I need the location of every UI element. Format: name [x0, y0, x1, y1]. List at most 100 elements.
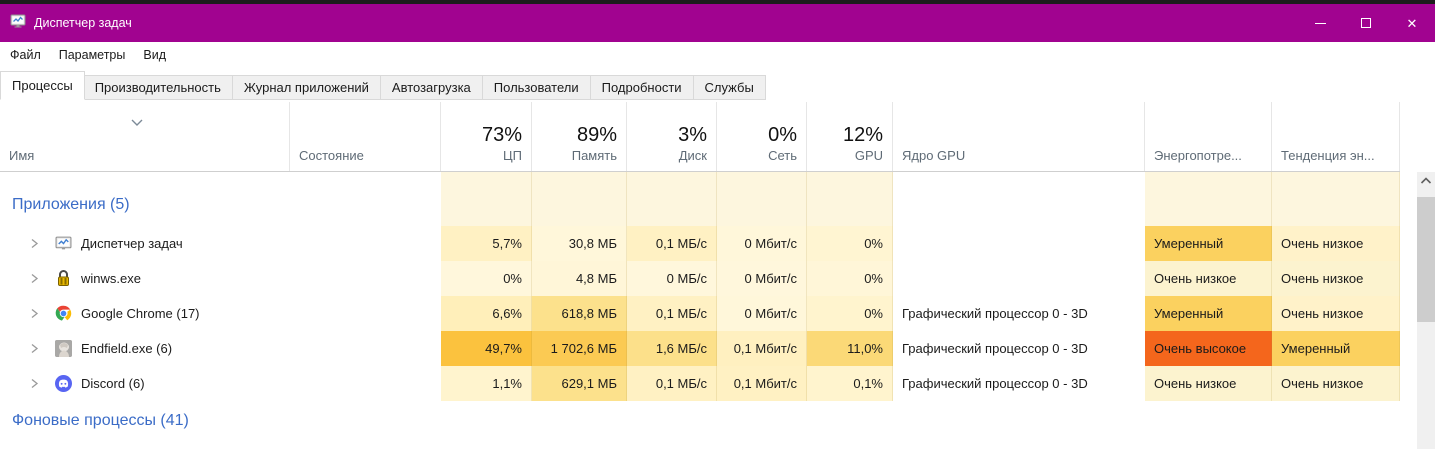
expand-chevron-icon[interactable]	[30, 378, 40, 389]
expand-chevron-icon[interactable]	[30, 238, 40, 249]
cpu-total-percent: 73%	[482, 123, 522, 148]
tab-users[interactable]: Пользователи	[483, 75, 591, 100]
scrollbar-up-button[interactable]	[1417, 172, 1435, 189]
column-header-gpu[interactable]: 12% GPU	[807, 102, 893, 171]
gpu-core-cell: Графический процессор 0 - 3D	[893, 366, 1145, 401]
status-cell	[290, 226, 441, 261]
title-bar: Диспетчер задач ✕	[0, 4, 1435, 42]
power-usage-cell: Умеренный	[1145, 226, 1272, 261]
menu-file[interactable]: Файл	[0, 42, 50, 68]
expand-chevron-icon[interactable]	[30, 343, 40, 354]
process-name-cell: winws.exe	[0, 261, 290, 296]
tab-details[interactable]: Подробности	[591, 75, 694, 100]
process-name-cell: Endfield.exe (6)	[0, 331, 290, 366]
memory-cell: 1 702,6 МБ	[532, 331, 627, 366]
process-name: Discord (6)	[81, 376, 145, 391]
gpu-cell: 0%	[807, 226, 893, 261]
disk-cell: 0,1 МБ/с	[627, 296, 717, 331]
process-row-chrome[interactable]: Google Chrome (17) 6,6% 618,8 МБ 0,1 МБ/…	[0, 296, 1400, 331]
gpu-cell: 11,0%	[807, 331, 893, 366]
process-name-cell: Google Chrome (17)	[0, 296, 290, 331]
window-title: Диспетчер задач	[34, 16, 1297, 30]
section-title-background: Фоновые процессы (41)	[0, 401, 441, 430]
tab-app-history[interactable]: Журнал приложений	[233, 75, 381, 100]
maximize-icon	[1361, 18, 1371, 28]
minimize-icon	[1315, 23, 1326, 24]
power-trend-cell: Умеренный	[1272, 331, 1400, 366]
column-header-power-trend[interactable]: Тенденция эн...	[1272, 102, 1400, 171]
disk-cell: 0 МБ/с	[627, 261, 717, 296]
cpu-cell: 49,7%	[441, 331, 532, 366]
close-icon: ✕	[1407, 17, 1418, 30]
menu-bar: Файл Параметры Вид	[0, 42, 1435, 68]
column-header-disk[interactable]: 3% Диск	[627, 102, 717, 171]
gpu-cell: 0,1%	[807, 366, 893, 401]
padlock-icon	[55, 270, 72, 287]
menu-view[interactable]: Вид	[134, 42, 175, 68]
vertical-scrollbar[interactable]	[1417, 172, 1435, 449]
process-name-cell: Диспетчер задач	[0, 226, 290, 261]
status-cell	[290, 331, 441, 366]
network-cell: 0 Мбит/с	[717, 226, 807, 261]
power-trend-cell: Очень низкое	[1272, 366, 1400, 401]
status-cell	[290, 296, 441, 331]
power-usage-cell: Очень низкое	[1145, 366, 1272, 401]
network-total-percent: 0%	[768, 123, 797, 148]
power-usage-cell: Очень низкое	[1145, 261, 1272, 296]
gpu-core-cell: Графический процессор 0 - 3D	[893, 331, 1145, 366]
section-row-apps[interactable]: Приложения (5)	[0, 184, 1400, 226]
gpu-cell: 0%	[807, 296, 893, 331]
column-header-gpu-core[interactable]: Ядро GPU	[893, 102, 1145, 171]
network-cell: 0 Мбит/с	[717, 261, 807, 296]
process-name: Google Chrome (17)	[81, 306, 200, 321]
power-trend-cell: Очень низкое	[1272, 226, 1400, 261]
process-list: Приложения (5) Диспетчер задач 5,7% 30,8…	[0, 172, 1435, 449]
process-name: Endfield.exe (6)	[81, 341, 172, 356]
column-header-row: Имя Состояние 73% ЦП 89% Память 3% Диск …	[0, 102, 1400, 172]
disk-cell: 1,6 МБ/с	[627, 331, 717, 366]
task-manager-app-icon	[10, 13, 26, 34]
gpu-total-percent: 12%	[843, 123, 883, 148]
column-header-memory[interactable]: 89% Память	[532, 102, 627, 171]
process-name: winws.exe	[81, 271, 141, 286]
process-row-discord[interactable]: Discord (6) 1,1% 629,1 МБ 0,1 МБ/с 0,1 М…	[0, 366, 1400, 401]
network-cell: 0,1 Мбит/с	[717, 331, 807, 366]
tab-services[interactable]: Службы	[694, 75, 766, 100]
column-header-power-usage[interactable]: Энергопотре...	[1145, 102, 1272, 171]
column-header-cpu[interactable]: 73% ЦП	[441, 102, 532, 171]
expand-chevron-icon[interactable]	[30, 273, 40, 284]
chevron-down-icon[interactable]	[130, 114, 144, 132]
process-row-task-manager[interactable]: Диспетчер задач 5,7% 30,8 МБ 0,1 МБ/с 0 …	[0, 226, 1400, 261]
process-row-winws[interactable]: winws.exe 0% 4,8 МБ 0 МБ/с 0 Мбит/с 0% О…	[0, 261, 1400, 296]
power-trend-cell: Очень низкое	[1272, 296, 1400, 331]
cpu-cell: 1,1%	[441, 366, 532, 401]
column-header-name[interactable]: Имя	[0, 102, 290, 171]
disk-cell: 0,1 МБ/с	[627, 226, 717, 261]
gpu-cell: 0%	[807, 261, 893, 296]
tab-startup[interactable]: Автозагрузка	[381, 75, 483, 100]
column-header-network[interactable]: 0% Сеть	[717, 102, 807, 171]
cpu-cell: 6,6%	[441, 296, 532, 331]
tab-bar: Процессы Производительность Журнал прило…	[0, 68, 1435, 100]
scrollbar-thumb[interactable]	[1417, 197, 1435, 322]
process-row-endfield[interactable]: Endfield.exe (6) 49,7% 1 702,6 МБ 1,6 МБ…	[0, 331, 1400, 366]
minimize-button[interactable]	[1297, 4, 1343, 42]
gpu-core-cell	[893, 261, 1145, 296]
expand-chevron-icon[interactable]	[30, 308, 40, 319]
status-cell	[290, 261, 441, 296]
power-usage-cell: Умеренный	[1145, 296, 1272, 331]
menu-options[interactable]: Параметры	[50, 42, 135, 68]
cpu-cell: 0%	[441, 261, 532, 296]
column-header-status[interactable]: Состояние	[290, 102, 441, 171]
section-row-background[interactable]: Фоновые процессы (41)	[0, 401, 1400, 449]
power-usage-cell: Очень высокое	[1145, 331, 1272, 366]
section-title-apps: Приложения (5)	[0, 184, 441, 226]
close-button[interactable]: ✕	[1389, 4, 1435, 42]
tab-performance[interactable]: Производительность	[84, 75, 233, 100]
tab-processes[interactable]: Процессы	[0, 71, 85, 100]
maximize-button[interactable]	[1343, 4, 1389, 42]
memory-total-percent: 89%	[577, 123, 617, 148]
memory-cell: 4,8 МБ	[532, 261, 627, 296]
disk-cell: 0,1 МБ/с	[627, 366, 717, 401]
network-cell: 0,1 Мбит/с	[717, 366, 807, 401]
